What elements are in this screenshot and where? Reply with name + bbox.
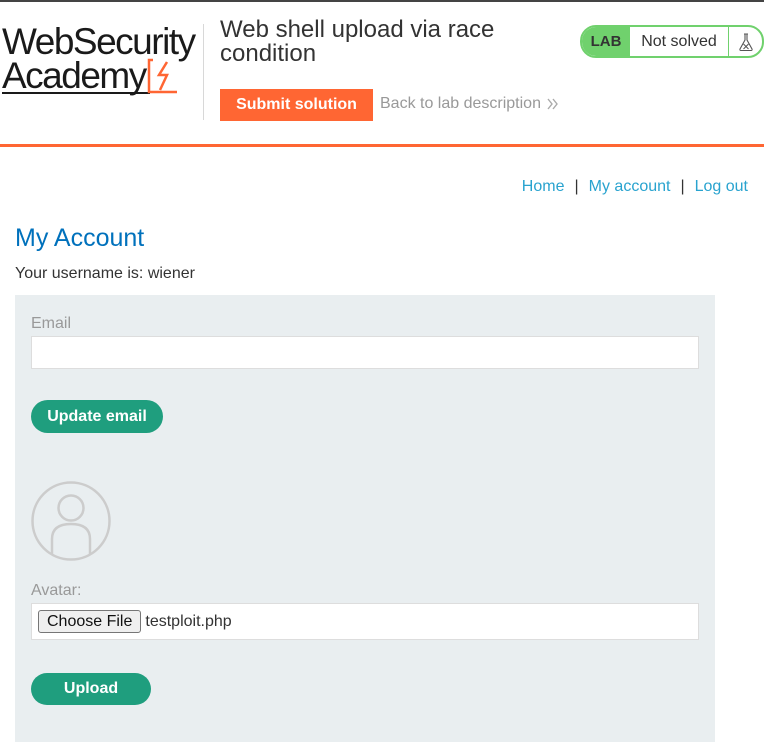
nav-separator: | bbox=[574, 178, 579, 195]
account-form-panel: Email Update email Avatar: Choose File t… bbox=[15, 295, 715, 742]
lab-header: WebSecurity Academy Web shell upload via… bbox=[0, 2, 764, 145]
upload-button[interactable]: Upload bbox=[31, 673, 151, 705]
flask-icon bbox=[728, 27, 762, 56]
nav-my-account-link[interactable]: My account bbox=[589, 178, 671, 196]
update-email-button[interactable]: Update email bbox=[31, 400, 163, 433]
lab-status-text: Not solved bbox=[641, 32, 717, 50]
lab-tag: LAB bbox=[582, 27, 630, 56]
double-chevron-right-icon bbox=[547, 98, 558, 110]
nav-home-link[interactable]: Home bbox=[522, 178, 565, 196]
logo-text-line2: Academy bbox=[2, 55, 147, 96]
username-text: Your username is: wiener bbox=[15, 265, 195, 282]
email-input[interactable] bbox=[31, 336, 699, 369]
nav-logout-link[interactable]: Log out bbox=[695, 178, 748, 196]
top-nav: Home | My account | Log out bbox=[522, 178, 748, 196]
logo-underline bbox=[2, 92, 150, 94]
selected-file-name: testploit.php bbox=[145, 612, 232, 630]
choose-file-button[interactable]: Choose File bbox=[38, 610, 142, 633]
header-divider bbox=[203, 24, 204, 120]
avatar-file-input[interactable]: Choose File testploit.php bbox=[31, 603, 699, 640]
logo-bolt-icon bbox=[147, 58, 177, 94]
lab-status-badge: LAB Not solved bbox=[580, 25, 764, 58]
email-label: Email bbox=[31, 315, 72, 332]
lab-title: Web shell upload via race condition bbox=[220, 16, 495, 67]
nav-separator: | bbox=[680, 178, 685, 195]
submit-solution-button[interactable]: Submit solution bbox=[220, 89, 373, 121]
back-to-lab-description-link[interactable]: Back to lab description bbox=[380, 95, 559, 113]
back-link-label: Back to lab description bbox=[380, 95, 541, 112]
avatar-label: Avatar: bbox=[31, 582, 82, 599]
page-title: My Account bbox=[15, 224, 145, 252]
header-rule bbox=[0, 144, 764, 147]
avatar-placeholder-icon bbox=[31, 481, 111, 561]
web-security-academy-logo[interactable]: WebSecurity Academy bbox=[2, 22, 202, 102]
